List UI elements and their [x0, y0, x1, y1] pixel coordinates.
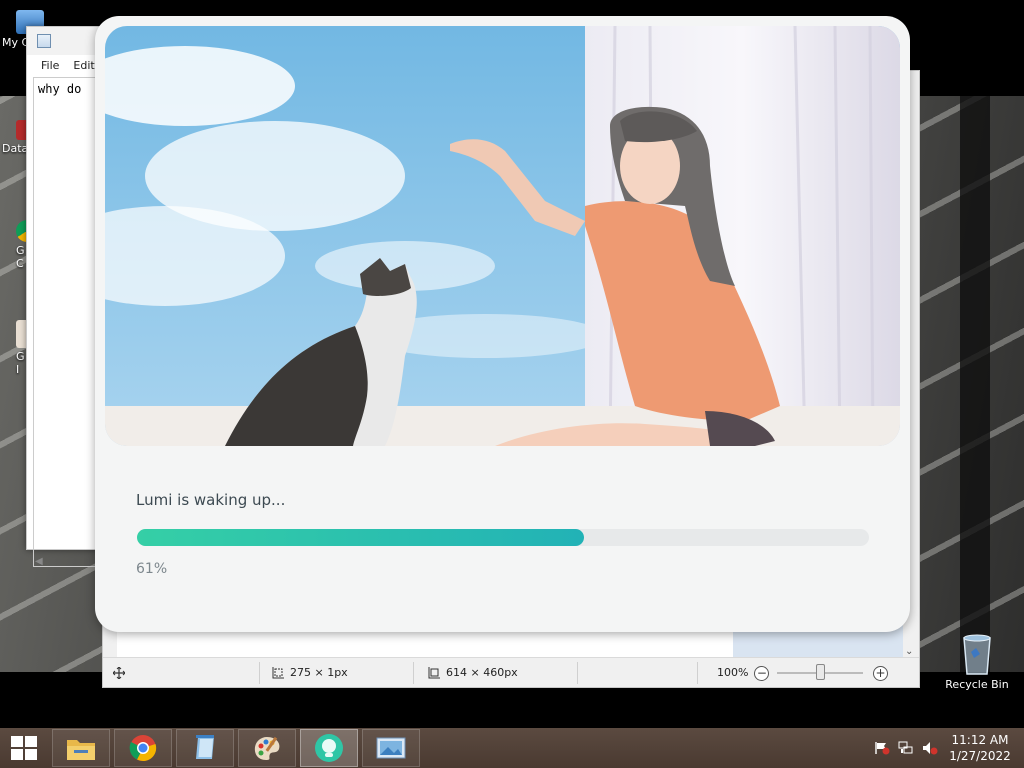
taskbar-photos[interactable] — [362, 729, 420, 767]
image-size-icon — [428, 666, 440, 678]
zoom-level-text: 100% — [717, 666, 749, 679]
zoom-level: 100% − — [717, 658, 770, 688]
taskbar-chrome[interactable] — [114, 729, 172, 767]
desktop: My C Data G C G I Recycle Bin File Edit … — [0, 0, 1024, 728]
taskbar-notepad[interactable] — [176, 729, 234, 767]
taskbar-file-explorer[interactable] — [52, 729, 110, 767]
recycle-bin-icon — [963, 634, 991, 675]
cursor-position — [113, 658, 125, 688]
desktop-icon-label: Data — [2, 142, 29, 155]
image-size: 614 × 460px — [427, 658, 518, 688]
notepad-icon — [37, 34, 51, 48]
image-size-text: 614 × 460px — [446, 666, 518, 679]
desktop-icon-label: G I — [16, 350, 25, 376]
menu-edit[interactable]: Edit — [73, 57, 94, 75]
splash-hero-image — [105, 26, 900, 446]
start-button[interactable] — [0, 728, 48, 768]
hero-illustration — [105, 26, 900, 446]
zoom-in-button[interactable]: + — [873, 665, 888, 681]
recycle-bin-label: Recycle Bin — [945, 678, 1009, 691]
system-clock[interactable]: 11:12 AM 1/27/2022 — [946, 732, 1014, 764]
progress-percent: 61% — [136, 561, 168, 577]
zoom-slider-thumb[interactable] — [816, 664, 825, 680]
windows-logo-icon — [11, 736, 37, 760]
loading-status-text: Lumi is waking up... — [136, 491, 286, 509]
photo-icon — [376, 737, 406, 759]
progress-bar-fill — [137, 529, 584, 546]
lumi-splash-dialog: Lumi is waking up... 61% — [95, 16, 910, 632]
volume-muted-icon[interactable] — [922, 741, 938, 755]
scroll-down-icon[interactable]: ⌄ — [905, 646, 913, 657]
clock-time: 11:12 AM — [951, 733, 1009, 747]
paint-status-bar: 275 × 1px 614 × 460px 100% − + — [103, 657, 919, 687]
move-cursor-icon — [113, 667, 125, 679]
desktop-icon-recycle-bin[interactable]: Recycle Bin — [942, 632, 1012, 691]
clock-date: 1/27/2022 — [949, 749, 1011, 763]
zoom-out-button[interactable]: − — [754, 665, 770, 681]
lumi-icon — [315, 734, 343, 762]
palette-icon — [254, 736, 280, 760]
network-icon[interactable] — [898, 741, 914, 755]
scroll-left-icon[interactable]: ◀ — [35, 556, 43, 567]
taskbar-paint[interactable] — [238, 729, 296, 767]
progress-bar — [137, 529, 869, 546]
taskbar: 11:12 AM 1/27/2022 — [0, 728, 1024, 768]
taskbar-lumi[interactable] — [300, 729, 358, 767]
folder-icon — [67, 740, 95, 760]
chrome-icon — [129, 735, 157, 762]
selection-icon — [272, 666, 284, 678]
menu-file[interactable]: File — [41, 57, 59, 75]
action-center-flag-icon[interactable] — [874, 741, 890, 755]
desktop-icon-label: G C — [16, 244, 25, 270]
notepad-icon — [196, 735, 214, 759]
selection-size: 275 × 1px — [271, 658, 348, 688]
notepad-menu-bar: File Edit — [33, 57, 95, 75]
selection-size-text: 275 × 1px — [290, 666, 348, 679]
wallpaper-pole — [960, 96, 990, 672]
